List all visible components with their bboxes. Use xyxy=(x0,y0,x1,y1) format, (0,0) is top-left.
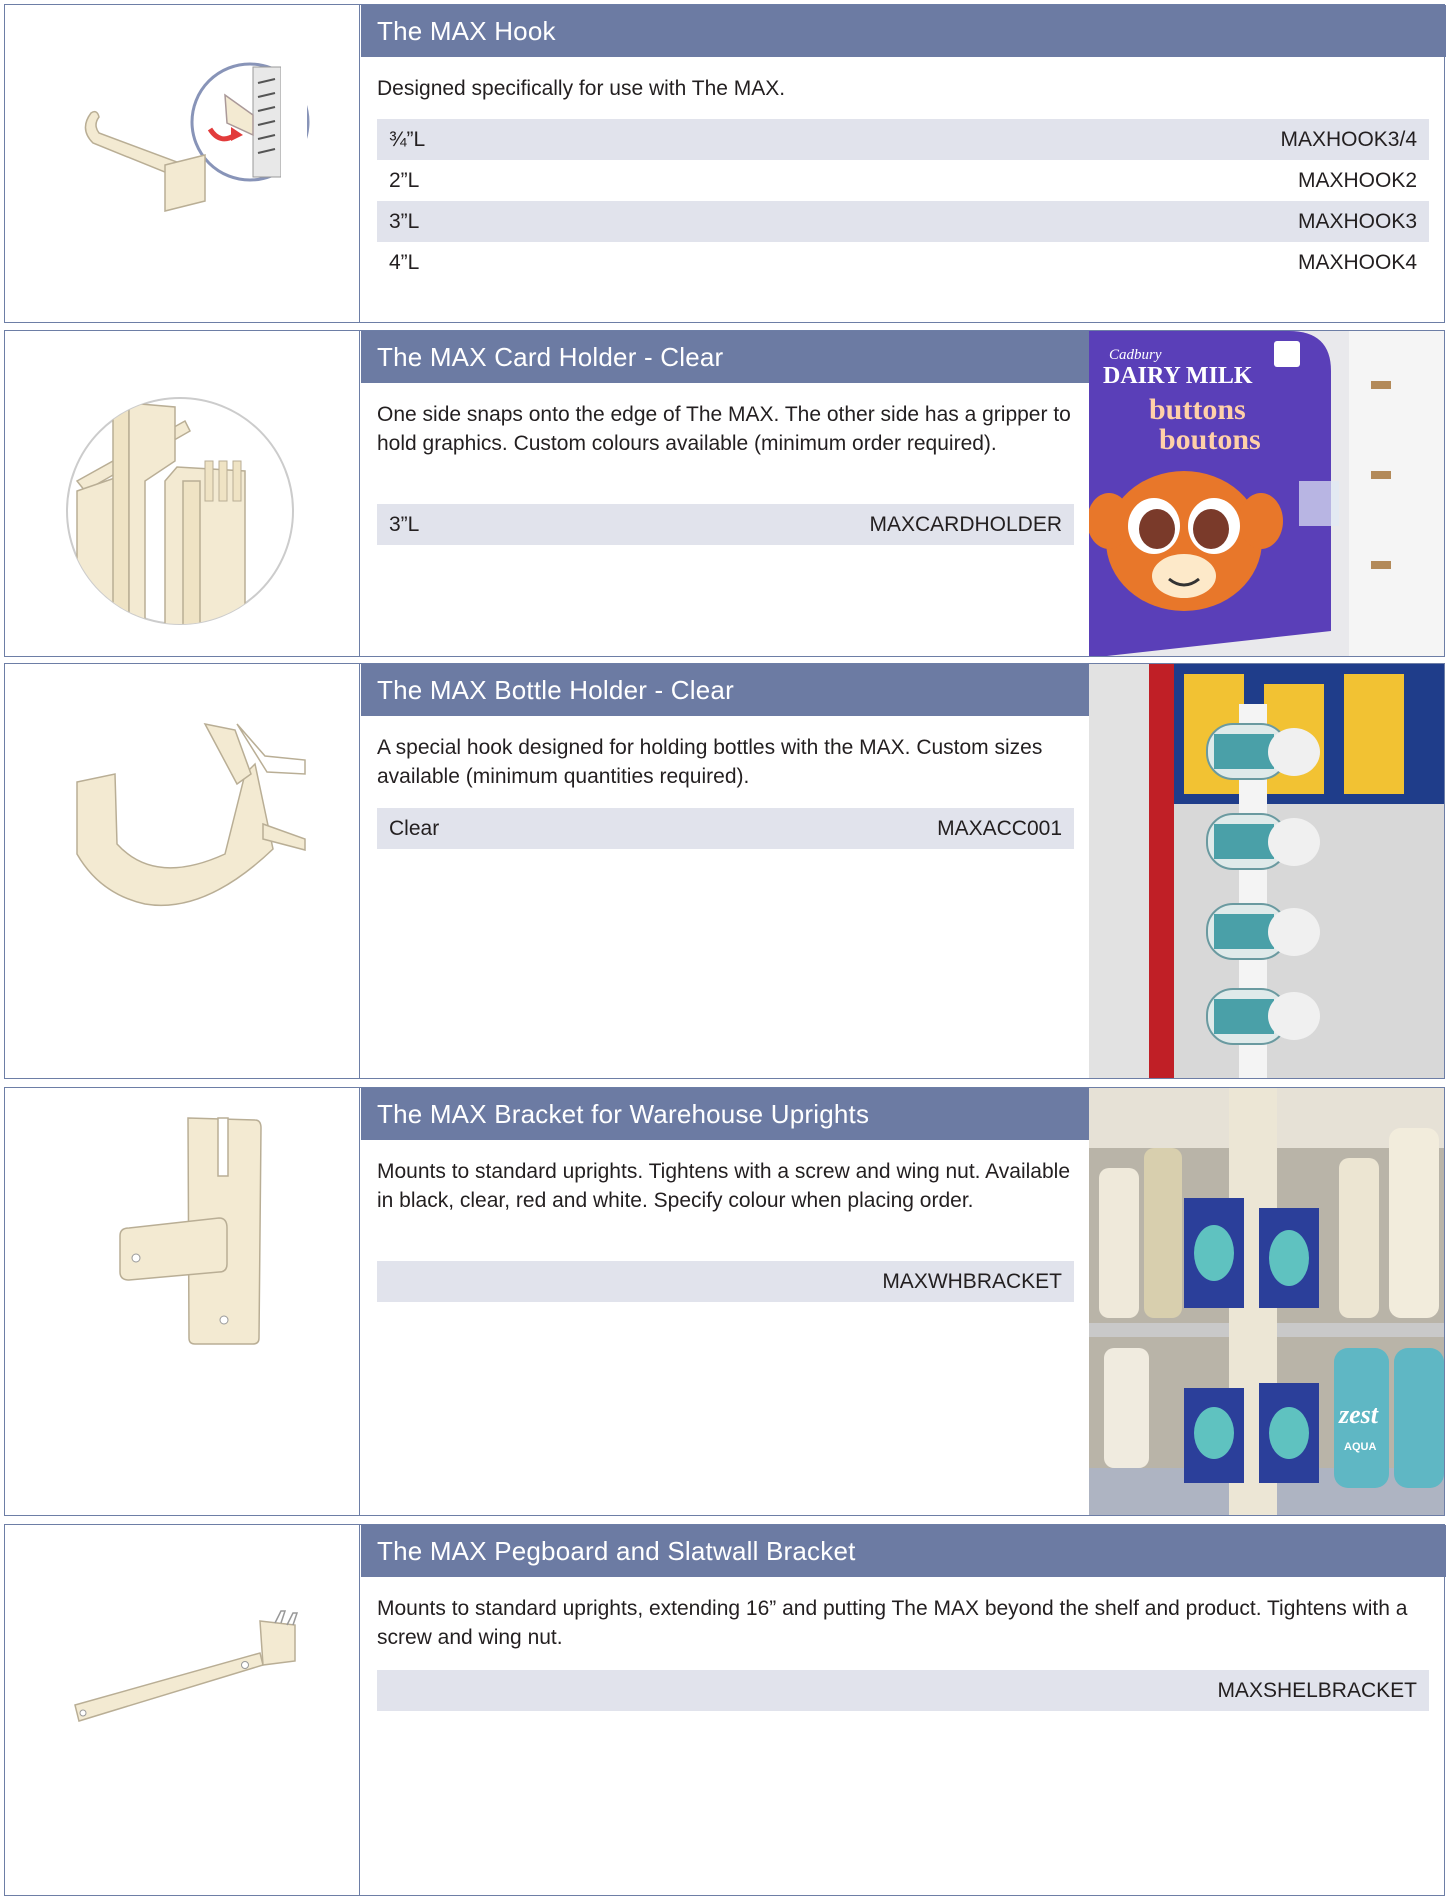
spec-size: ¾”L xyxy=(389,127,426,151)
spec-code: MAXACC001 xyxy=(937,816,1062,840)
product-illustration-cell xyxy=(5,1088,360,1515)
spec-row: 3”L MAXCARDHOLDER xyxy=(377,504,1074,545)
spec-code: MAXHOOK3/4 xyxy=(1280,127,1417,151)
product-panel-card-holder: The MAX Card Holder - Clear One side sna… xyxy=(4,330,1445,657)
product-description: One side snaps onto the edge of The MAX.… xyxy=(377,403,1071,455)
product-title: The MAX Card Holder - Clear xyxy=(361,331,1091,383)
product-title: The MAX Bottle Holder - Clear xyxy=(361,664,1091,716)
product-illustration-cell xyxy=(5,331,360,656)
product-panel-warehouse-bracket: The MAX Bracket for Warehouse Uprights M… xyxy=(4,1087,1445,1516)
product-panel-max-hook: The MAX Hook Designed specifically for u… xyxy=(4,4,1446,323)
photo-line3: boutons xyxy=(1159,423,1261,456)
photo-label2: AQUA xyxy=(1344,1441,1376,1453)
spec-code: MAXHOOK3 xyxy=(1297,209,1417,233)
spec-size: Clear xyxy=(389,816,440,840)
spec-row: MAXWHBRACKET xyxy=(377,1261,1074,1302)
card-holder-illustration xyxy=(66,397,294,625)
spec-size: 3”L xyxy=(389,209,420,233)
product-description: Mounts to standard uprights. Tightens wi… xyxy=(377,1160,1071,1212)
product-illustration-cell xyxy=(5,664,360,1078)
product-description: Designed specifically for use with The M… xyxy=(377,77,786,100)
spec-row: 4”L MAXHOOK4 xyxy=(377,242,1429,283)
spec-code: MAXHOOK4 xyxy=(1297,250,1417,274)
product-spec-table: Clear MAXACC001 xyxy=(377,808,1074,849)
spec-code: MAXSHELBRACKET xyxy=(1217,1678,1417,1702)
spec-row: Clear MAXACC001 xyxy=(377,808,1074,849)
spec-code: MAXWHBRACKET xyxy=(882,1269,1062,1293)
product-photo-card-holder: Cadbury DAIRY MILK buttons boutons xyxy=(1089,331,1444,656)
warehouse-bracket-illustration xyxy=(119,1117,262,1345)
product-spec-table: 3”L MAXCARDHOLDER xyxy=(377,504,1074,545)
spec-code: MAXCARDHOLDER xyxy=(869,512,1062,536)
max-hook-illustration xyxy=(84,62,310,212)
product-spec-table: MAXWHBRACKET xyxy=(377,1261,1074,1302)
spec-size: 3”L xyxy=(389,512,420,536)
product-spec-table: ¾”L MAXHOOK3/4 2”L MAXHOOK2 3”L MAXHOOK3 4”… xyxy=(377,119,1429,283)
product-illustration-cell xyxy=(5,1525,360,1895)
photo-brand: Cadbury xyxy=(1109,347,1162,363)
spec-size: 4”L xyxy=(389,250,420,274)
product-description: A special hook designed for holding bott… xyxy=(377,736,1043,788)
product-photo-bottle-holder xyxy=(1089,664,1444,1078)
product-title: The MAX Pegboard and Slatwall Bracket xyxy=(361,1525,1446,1577)
photo-line1: DAIRY MILK xyxy=(1103,363,1253,389)
product-panel-pegboard-bracket: The MAX Pegboard and Slatwall Bracket Mo… xyxy=(4,1524,1446,1896)
photo-line2: buttons xyxy=(1149,393,1246,426)
bottle-holder-illustration xyxy=(76,722,306,907)
product-photo-warehouse-bracket: zest AQUA xyxy=(1089,1088,1444,1515)
spec-row: 2”L MAXHOOK2 xyxy=(377,160,1429,201)
spec-row: 3”L MAXHOOK3 xyxy=(377,201,1429,242)
spec-row: MAXSHELBRACKET xyxy=(377,1670,1429,1711)
photo-label1: zest xyxy=(1338,1400,1379,1429)
product-title: The MAX Bracket for Warehouse Uprights xyxy=(361,1088,1091,1140)
product-description: Mounts to standard uprights, extending 1… xyxy=(377,1597,1408,1649)
product-illustration-cell xyxy=(5,5,360,322)
product-spec-table: MAXSHELBRACKET xyxy=(377,1670,1429,1711)
product-panel-bottle-holder: The MAX Bottle Holder - Clear A special … xyxy=(4,663,1445,1079)
product-title: The MAX Hook xyxy=(361,5,1446,57)
spec-row: ¾”L MAXHOOK3/4 xyxy=(377,119,1429,160)
spec-code: MAXHOOK2 xyxy=(1297,168,1417,192)
pegboard-bracket-illustration xyxy=(74,1610,299,1722)
spec-size: 2”L xyxy=(389,168,420,192)
